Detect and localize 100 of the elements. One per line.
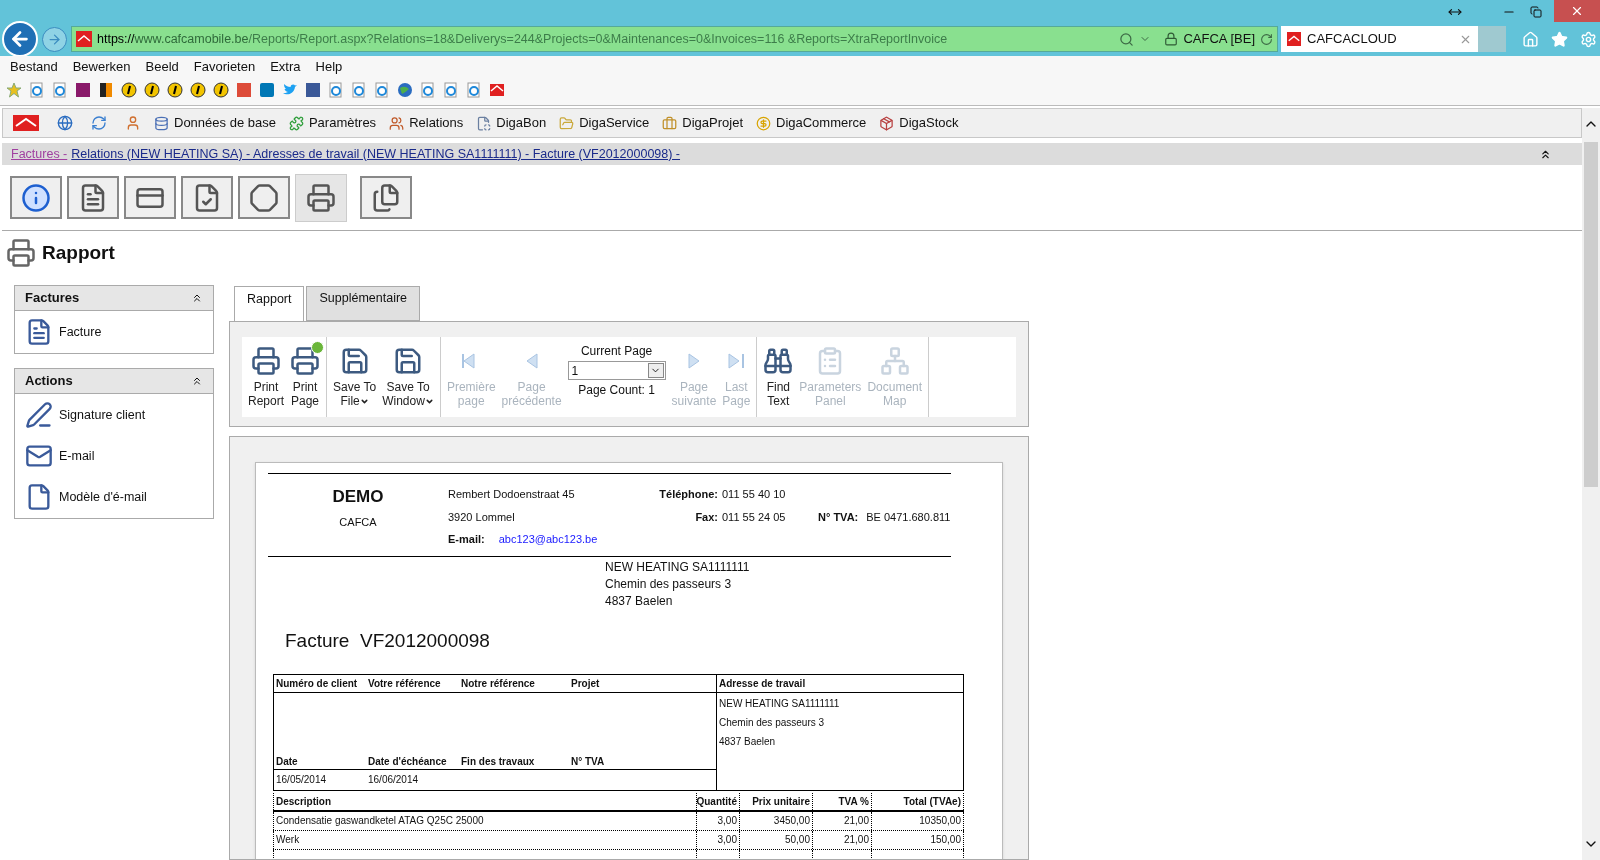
column-header: Total (TVAe) bbox=[871, 792, 964, 810]
page-icon[interactable] bbox=[351, 82, 367, 98]
restore-icon[interactable] bbox=[1530, 6, 1542, 18]
page-select[interactable]: 1 bbox=[567, 361, 666, 380]
page-icon[interactable] bbox=[420, 82, 436, 98]
breadcrumb-link[interactable]: Relations (NEW HEATING SA) - Adresses de travail (NEW HEATING SA1111111) - Facture (VF2012000098) - bbox=[71, 144, 681, 164]
toolbar-button[interactable]: Save To Window bbox=[379, 342, 437, 408]
nav-link[interactable]: DigaService bbox=[559, 113, 650, 133]
page-icon[interactable] bbox=[466, 82, 482, 98]
logo-icon[interactable] bbox=[489, 82, 505, 98]
search-icon[interactable] bbox=[1119, 31, 1135, 47]
toolbar-button[interactable] bbox=[67, 176, 119, 219]
breadcrumb-link[interactable]: Factures - bbox=[11, 144, 68, 164]
toolbar-icon bbox=[763, 346, 794, 376]
toolbar-button[interactable] bbox=[295, 173, 347, 222]
nav-link[interactable]: Données de base bbox=[154, 113, 276, 133]
toolbar-button[interactable] bbox=[181, 176, 233, 219]
panel-link[interactable]: E-mail bbox=[15, 440, 213, 472]
button-icon bbox=[249, 182, 279, 213]
toolbar-button[interactable] bbox=[360, 176, 412, 219]
collapse-icon[interactable] bbox=[191, 292, 203, 304]
tab[interactable]: Rapport bbox=[234, 286, 305, 322]
star-icon[interactable] bbox=[6, 82, 22, 98]
page-count: Page Count: 1 bbox=[578, 382, 655, 399]
column-header: Projet bbox=[571, 676, 601, 691]
person-icon[interactable] bbox=[125, 115, 141, 131]
bars-icon[interactable] bbox=[98, 82, 114, 98]
column-header: Numéro de client bbox=[276, 676, 359, 691]
square-icon[interactable] bbox=[305, 82, 321, 98]
column-header: Prix unitaire bbox=[739, 792, 812, 810]
globe-icon[interactable] bbox=[397, 82, 413, 98]
circle-icon[interactable] bbox=[190, 82, 206, 98]
circle-icon[interactable] bbox=[213, 82, 229, 98]
menu-item[interactable]: Bestand bbox=[10, 57, 58, 77]
panel-link[interactable]: Modèle d'é-mail bbox=[15, 481, 213, 513]
page-icon[interactable] bbox=[52, 82, 68, 98]
toolbar-button[interactable] bbox=[10, 176, 62, 219]
logo-icon[interactable] bbox=[13, 115, 39, 131]
nav-link[interactable]: Paramètres bbox=[288, 113, 377, 133]
button-icon bbox=[21, 182, 51, 213]
toolbar-icon bbox=[879, 346, 910, 376]
nav-link[interactable]: Relations bbox=[389, 113, 464, 133]
current-page-label: Current Page bbox=[580, 343, 653, 360]
table-cell: 3,00 bbox=[696, 830, 739, 849]
column-header: Votre référence bbox=[368, 676, 442, 691]
refresh-icon[interactable] bbox=[1260, 32, 1273, 46]
scrollbar[interactable] bbox=[1582, 108, 1600, 860]
tab[interactable]: Supplémentaire bbox=[306, 286, 421, 321]
toolbar-button[interactable]: Save To File bbox=[330, 342, 380, 408]
vat-label: N° TVA: bbox=[818, 509, 859, 525]
email-link[interactable]: abc123@abc123.be bbox=[498, 531, 598, 548]
toolbar-button[interactable]: Print Report bbox=[245, 342, 288, 408]
browser-tab[interactable]: CAFCACLOUD bbox=[1281, 26, 1478, 52]
vat-value: BE 0471.680.811 bbox=[866, 509, 951, 525]
toolbar-icon bbox=[290, 346, 321, 376]
nav-link[interactable]: DigaStock bbox=[879, 113, 959, 133]
scrollbar-thumb[interactable] bbox=[1584, 142, 1598, 487]
refresh-icon[interactable] bbox=[91, 115, 107, 131]
panel-link[interactable]: Facture bbox=[15, 316, 213, 348]
address-line: Rembert Dodoenstraat 45 bbox=[448, 487, 576, 502]
square-icon[interactable] bbox=[236, 82, 252, 98]
menu-item[interactable]: Beeld bbox=[145, 57, 179, 77]
company-name: DEMO bbox=[332, 486, 384, 508]
square-icon[interactable] bbox=[75, 82, 91, 98]
circle-icon[interactable] bbox=[121, 82, 137, 98]
panel-header[interactable]: Factures bbox=[15, 286, 213, 311]
page-icon[interactable] bbox=[328, 82, 344, 98]
panel-link[interactable]: Signature client bbox=[15, 399, 213, 431]
nav-icon bbox=[662, 115, 678, 131]
nav-icon bbox=[756, 115, 771, 131]
column-header: Date d'échéance bbox=[368, 754, 448, 769]
panel-header[interactable]: Actions bbox=[15, 369, 213, 394]
globe-icon[interactable] bbox=[57, 115, 73, 131]
nav-link[interactable]: DigaProjet bbox=[662, 113, 743, 133]
fax-value: 011 55 24 05 bbox=[722, 509, 787, 525]
menu-item[interactable]: Bewerken bbox=[72, 57, 131, 77]
company-subtitle: CAFCA bbox=[339, 514, 377, 530]
back-button[interactable] bbox=[2, 21, 38, 57]
page-icon[interactable] bbox=[443, 82, 459, 98]
page-icon[interactable] bbox=[29, 82, 45, 98]
toolbar-button[interactable] bbox=[238, 176, 290, 219]
toolbar-button[interactable]: Find Text bbox=[760, 342, 797, 408]
table-cell: 21,00 bbox=[812, 811, 871, 830]
address-bar[interactable]: https://www.cafcamobile.be/Reports/Report.aspx?Relations=18&Deliverys=244&Projects=0&Maintenances=0&Invoices=116 &Reports=XtraReportInvoice CAFCA [BE] bbox=[71, 26, 1278, 52]
page-icon[interactable] bbox=[374, 82, 390, 98]
menu-item[interactable]: Help bbox=[315, 57, 343, 77]
invoice-title: Facture VF2012000098 bbox=[284, 629, 490, 653]
nav-link[interactable]: DigaCommerce bbox=[756, 113, 867, 133]
toolbar-button[interactable] bbox=[124, 176, 176, 219]
menu-item[interactable]: Extra bbox=[270, 57, 301, 77]
collapse-icon[interactable] bbox=[191, 375, 203, 387]
toolbar-button[interactable]: Print Page bbox=[287, 342, 324, 408]
recipient-line: Chemin des passeurs 3 bbox=[605, 576, 733, 593]
menu-item[interactable]: Favorieten bbox=[193, 57, 256, 77]
square-icon[interactable] bbox=[259, 82, 275, 98]
nav-link[interactable]: DigaBon bbox=[476, 113, 547, 133]
item-icon bbox=[25, 401, 53, 429]
table-cell: 3450,00 bbox=[739, 811, 812, 830]
circle-icon[interactable] bbox=[167, 82, 183, 98]
circle-icon[interactable] bbox=[144, 82, 160, 98]
